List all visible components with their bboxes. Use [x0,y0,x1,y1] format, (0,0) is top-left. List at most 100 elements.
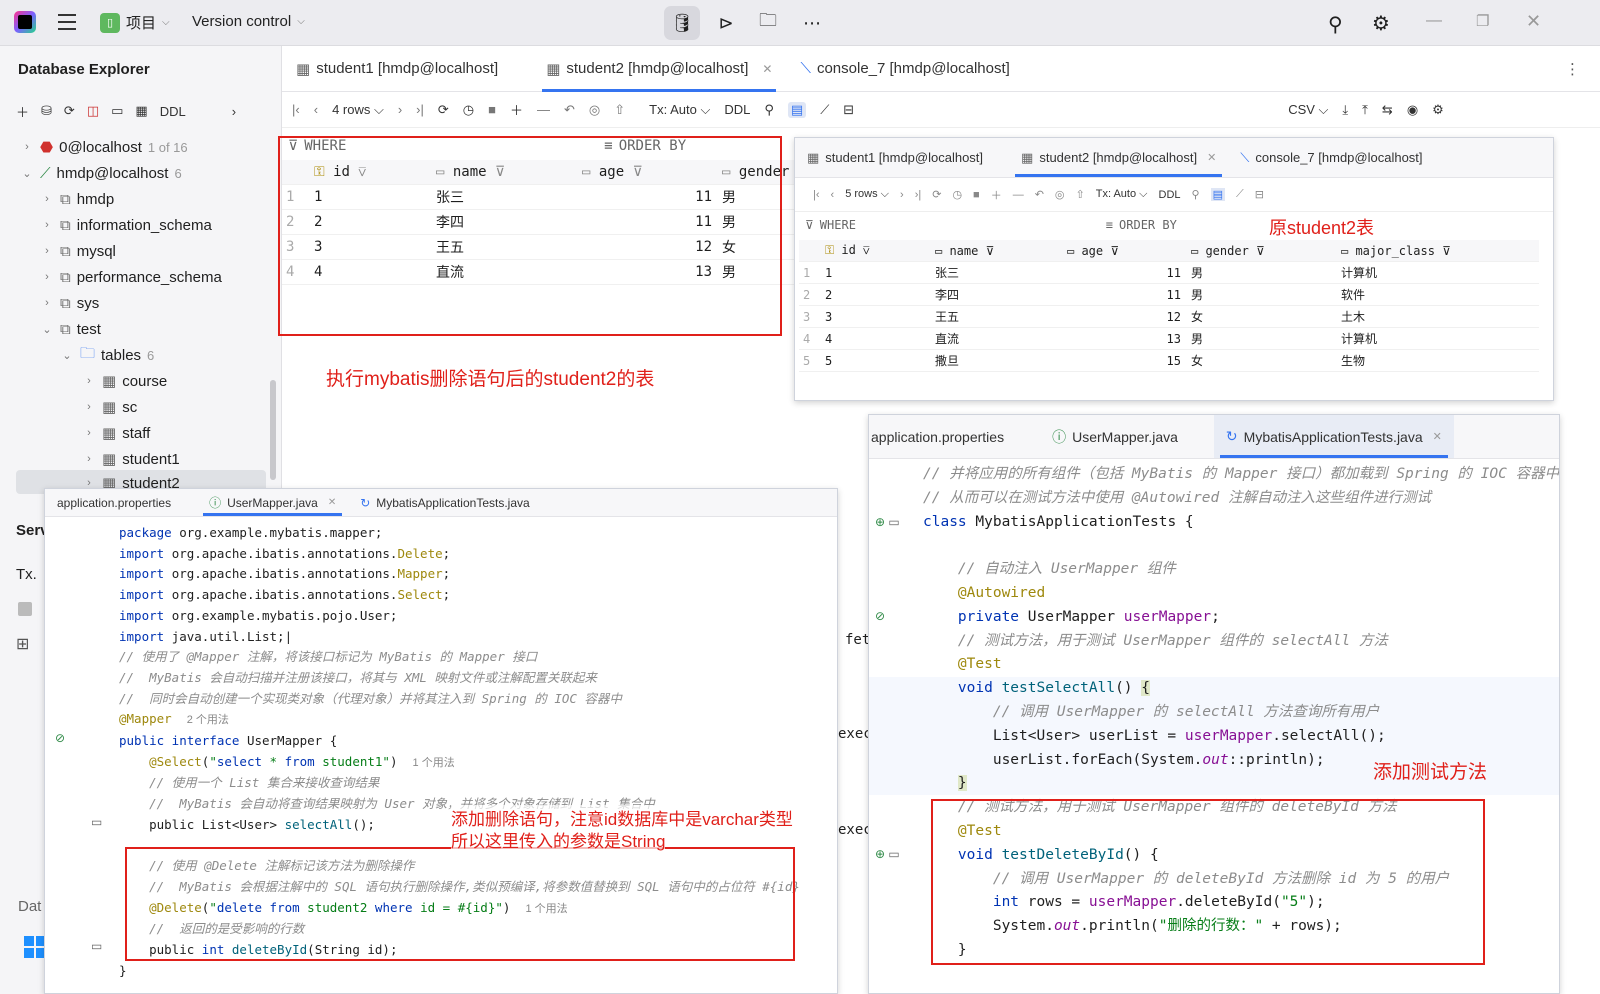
table-row[interactable]: 5 5 撒旦 15 女生物 [799,350,1539,372]
preview-icon[interactable]: ◎ [1055,188,1065,201]
cell-id[interactable]: 5 [821,354,931,368]
last-page-icon[interactable]: ›| [416,102,424,117]
tx-mode-selector[interactable]: Tx: Auto ⌵ [649,102,710,118]
chevron-right-icon[interactable]: › [20,141,34,153]
column-header-gender[interactable]: ▭ gender ⊽ [1187,244,1337,258]
project-files-button[interactable]: 🗀 [750,6,786,40]
refresh-icon[interactable]: ⟳ [438,102,449,118]
cell-age[interactable]: 13 [1063,332,1187,346]
datasource-icon[interactable]: ⛁ [41,103,52,119]
cell-id[interactable]: 4 [821,332,931,346]
cell-name[interactable]: 李四 [931,286,1063,303]
run-test-class-icon[interactable]: ⊕ ▭ [875,515,900,529]
preview-icon[interactable]: ◎ [589,102,600,118]
filter-view-icon[interactable]: ▤ [787,101,807,118]
orderby-input[interactable]: ORDER BY [1119,218,1177,232]
remove-row-icon[interactable]: — [537,102,550,117]
cell-major-class[interactable]: 生物 [1337,352,1527,369]
tab-application-properties[interactable]: application.properties [869,415,1016,458]
search-icon[interactable]: ⚲ [1328,12,1343,37]
cell-major-class[interactable]: 土木 [1337,308,1527,325]
cell-age[interactable]: 11 [1063,288,1187,302]
tree-node-hmdp-localhost[interactable]: ⌄ ⟋ hmdp@localhost 6 [20,160,181,186]
csv-selector[interactable]: CSV ⌵ [1288,102,1328,118]
tree-node-test[interactable]: ⌄ ⧉ test [40,316,101,342]
tree-node-hmdp[interactable]: › ⧉ hmdp [40,186,114,212]
main-menu-icon[interactable] [58,14,76,30]
settings-gear-icon[interactable]: ⚙ [1432,102,1444,118]
close-tab-icon[interactable]: ✕ [1433,430,1442,443]
transpose-icon[interactable]: ⊟ [843,102,854,118]
prev-page-icon[interactable]: ‹ [314,102,318,117]
stop-square-icon[interactable] [18,602,32,616]
cell-name[interactable]: 撒旦 [931,352,1063,369]
compare-icon[interactable]: ⇆ [1382,102,1393,118]
cell-age[interactable]: 15 [1063,354,1187,368]
chevron-right-icon[interactable]: › [40,297,54,309]
console-icon[interactable]: ▭ [111,103,123,119]
cell-id[interactable]: 2 [821,288,931,302]
windows-start-icon[interactable] [24,936,46,958]
tab-usermapper-java[interactable]: ⓘ UserMapper.java ✕ [197,489,348,516]
minimize-icon[interactable]: — [1426,12,1442,30]
cell-name[interactable]: 张三 [931,264,1063,281]
table-icon[interactable]: ▦ [135,103,147,119]
cell-id[interactable]: 3 [821,310,931,324]
rows-count-selector[interactable]: 5 rows ⌵ [845,188,889,201]
tab-student2[interactable]: ▦ student2 [hmdp@localhost] ✕ [1009,138,1228,177]
project-selector[interactable]: ▯ 项目 ⌵ [100,12,170,33]
add-row-icon[interactable]: ＋ [510,100,523,119]
stop-icon[interactable]: ◫ [87,103,99,119]
add-row-icon[interactable]: ＋ [991,187,1002,203]
chevron-right-icon[interactable]: › [40,245,54,257]
chevron-down-icon[interactable]: ⌄ [40,323,54,336]
chevron-down-icon[interactable]: ⌄ [20,167,34,180]
bean-icon[interactable]: ⊘ [875,609,885,623]
refresh-icon[interactable]: ⟳ [932,188,941,201]
rows-count-selector[interactable]: 4 rows ⌵ [332,102,384,118]
history-icon[interactable]: ◷ [952,188,962,201]
transpose-icon[interactable]: ⊟ [1255,188,1264,201]
tree-node-course[interactable]: › ▦ course [82,368,167,394]
cell-age[interactable]: 11 [1063,266,1187,280]
table-row[interactable]: 1 1 张三 11 男计算机 [799,262,1539,284]
gutter-sql-icon[interactable]: ▭ [91,815,102,829]
gutter-bean-icon[interactable]: ⊘ [55,731,65,745]
chevron-right-icon[interactable]: › [232,104,236,119]
prev-page-icon[interactable]: ‹ [831,189,835,201]
last-page-icon[interactable]: ›| [915,189,922,201]
cell-id[interactable]: 1 [821,266,931,280]
tab-application-properties[interactable]: application.properties [45,489,183,516]
run-services-button[interactable]: ⊳ [708,6,744,40]
column-header-name[interactable]: ▭ name ⊽ [931,244,1063,258]
sidebar-scrollbar[interactable] [270,380,276,480]
cell-gender[interactable]: 女 [1187,352,1337,369]
table-row[interactable]: 3 3 王五 12 女土木 [799,306,1539,328]
chevron-right-icon[interactable]: › [82,401,96,413]
vcs-selector[interactable]: Version control ⌵ [192,13,305,30]
first-page-icon[interactable]: |‹ [813,189,820,201]
submit-icon[interactable]: ⇧ [1076,188,1085,201]
stop-icon[interactable]: ■ [488,102,496,117]
download-icon[interactable]: ⤓ [1342,102,1348,118]
cell-age[interactable]: 12 [1063,310,1187,324]
tab-student1[interactable]: ▦ student1 [hmdp@localhost] [282,46,512,92]
tree-node-mysql[interactable]: › ⧉ mysql [40,238,116,264]
tree-node-sc[interactable]: › ▦ sc [82,394,137,420]
chevron-right-icon[interactable]: › [82,453,96,465]
more-tools-button[interactable]: ⋯ [794,6,830,40]
tree-node-tables[interactable]: ⌄ 🗀 tables 6 [60,342,154,368]
where-input[interactable]: WHERE [820,218,1106,232]
tree-node-sys[interactable]: › ⧉ sys [40,290,99,316]
submit-icon[interactable]: ⇧ [614,102,625,118]
revert-icon[interactable]: ↶ [564,102,575,118]
cell-gender[interactable]: 男 [1187,286,1337,303]
chart-icon[interactable]: ⟋ [1236,188,1244,201]
view-icon[interactable]: ◉ [1407,102,1418,118]
cell-major-class[interactable]: 软件 [1337,286,1527,303]
cell-gender[interactable]: 女 [1187,308,1337,325]
close-tab-icon[interactable]: ✕ [1207,151,1216,164]
tab-student1[interactable]: ▦ student1 [hmdp@localhost] [795,138,995,177]
cell-gender[interactable]: 男 [1187,264,1337,281]
search-icon[interactable]: ⚲ [1192,188,1200,201]
